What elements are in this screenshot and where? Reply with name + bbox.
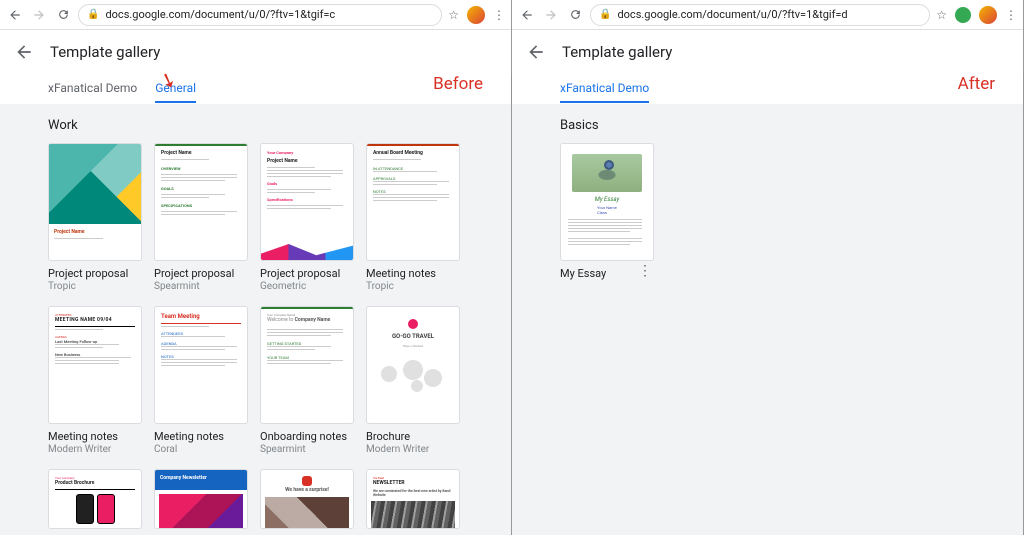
star-icon[interactable]: ☆ <box>448 8 459 22</box>
template-card: ATTENDEES MEETING NAME 09/04 AGENDA Last… <box>48 306 142 455</box>
template-label: Meeting notes <box>154 430 248 443</box>
template-label: Project proposal <box>260 267 354 280</box>
more-icon[interactable]: ⋮ <box>493 8 505 22</box>
template-sub: Tropic <box>366 281 460 292</box>
reload-icon[interactable] <box>54 6 72 24</box>
template-label: Project proposal <box>48 267 142 280</box>
address-bar[interactable]: 🔒 docs.google.com/document/u/0/?ftv=1&tg… <box>78 4 442 26</box>
template-card: Your Company Product Brochure <box>48 469 142 529</box>
profile-avatar[interactable] <box>467 6 485 24</box>
template-thumb[interactable]: Project Name OVERVIEW GOALS SPECIFICATIO… <box>154 143 248 261</box>
content-area[interactable]: Basics My Essay Your NameClass My Essay <box>512 104 1023 535</box>
template-label: Meeting notes <box>48 430 142 443</box>
template-card: Team Meeting ATTENDEES AGENDA NOTES Meet… <box>154 306 248 455</box>
template-sub: Modern Writer <box>366 444 460 455</box>
extension-icon[interactable] <box>955 7 971 23</box>
template-sub: Geometric <box>260 281 354 292</box>
template-card: Project Name Project proposal Tropic <box>48 143 142 292</box>
url-text: docs.google.com/document/u/0/?ftv=1&tgif… <box>105 8 335 21</box>
template-label: Meeting notes <box>366 267 460 280</box>
template-thumb[interactable]: Your Company Project Name Goals Specific… <box>260 143 354 261</box>
forward-icon[interactable] <box>30 6 48 24</box>
template-label: Brochure <box>366 430 460 443</box>
template-label: Onboarding notes <box>260 430 354 443</box>
tab-xfanatical[interactable]: xFanatical Demo <box>560 81 649 103</box>
template-thumb[interactable]: Annual Board Meeting IN ATTENDANCE APPRO… <box>366 143 460 261</box>
lock-icon: 🔒 <box>87 9 99 20</box>
template-card: Your Company Project Name Goals Specific… <box>260 143 354 292</box>
back-icon[interactable] <box>6 6 24 24</box>
template-sub: Modern Writer <box>48 444 142 455</box>
section-title: Work <box>48 118 495 133</box>
template-thumb[interactable]: My Essay Your NameClass <box>560 143 654 261</box>
before-pane: 🔒 docs.google.com/document/u/0/?ftv=1&tg… <box>0 0 512 535</box>
tabs-row: xFanatical Demo After <box>512 74 1023 104</box>
section-title: Basics <box>560 118 1007 133</box>
template-sub: Coral <box>154 444 248 455</box>
template-card: Project Name OVERVIEW GOALS SPECIFICATIO… <box>154 143 248 292</box>
template-thumb[interactable]: the Beat NEWSLETTER We are nominated for… <box>366 469 460 529</box>
template-card: Your Company Name Welcome to Company Nam… <box>260 306 354 455</box>
template-label: My Essay <box>560 267 606 280</box>
template-thumb[interactable]: GO-GO TRAVEL Trips + Product <box>366 306 460 424</box>
more-vert-icon[interactable]: ⋮ <box>636 263 654 279</box>
template-sub: Spearmint <box>154 281 248 292</box>
gallery-back-icon[interactable] <box>12 40 36 64</box>
forward-icon[interactable] <box>542 6 560 24</box>
template-sub: Spearmint <box>260 444 354 455</box>
gallery-header: Template gallery <box>512 30 1023 74</box>
template-card: Company Newsletter <box>154 469 248 529</box>
after-label: After <box>958 74 995 94</box>
tabs-row: xFanatical Demo General ➘ Before <box>0 74 511 104</box>
template-thumb[interactable]: ATTENDEES MEETING NAME 09/04 AGENDA Last… <box>48 306 142 424</box>
template-thumb[interactable]: Your Company Name Welcome to Company Nam… <box>260 306 354 424</box>
star-icon[interactable]: ☆ <box>936 8 947 22</box>
page-title: Template gallery <box>50 43 160 61</box>
lock-icon: 🔒 <box>599 9 611 20</box>
template-grid: My Essay Your NameClass My Essay ⋮ <box>560 143 1007 280</box>
content-area[interactable]: Work Project Name Project proposal Tropi… <box>0 104 511 535</box>
address-bar[interactable]: 🔒 docs.google.com/document/u/0/?ftv=1&tg… <box>590 4 930 26</box>
template-thumb[interactable]: Team Meeting ATTENDEES AGENDA NOTES <box>154 306 248 424</box>
browser-chrome: 🔒 docs.google.com/document/u/0/?ftv=1&tg… <box>0 0 511 30</box>
template-thumb[interactable]: Your Company Product Brochure <box>48 469 142 529</box>
template-card: My Essay Your NameClass My Essay ⋮ <box>560 143 654 280</box>
url-text: docs.google.com/document/u/0/?ftv=1&tgif… <box>617 8 847 21</box>
after-pane: 🔒 docs.google.com/document/u/0/?ftv=1&tg… <box>512 0 1024 535</box>
template-card: GO-GO TRAVEL Trips + Product Brochure Mo… <box>366 306 460 455</box>
page-title: Template gallery <box>562 43 672 61</box>
template-grid: Project Name Project proposal Tropic Pro… <box>48 143 495 529</box>
template-card: Annual Board Meeting IN ATTENDANCE APPRO… <box>366 143 460 292</box>
back-icon[interactable] <box>518 6 536 24</box>
profile-avatar[interactable] <box>979 6 997 24</box>
template-thumb[interactable]: We have a surprise! <box>260 469 354 529</box>
template-thumb[interactable]: Project Name <box>48 143 142 261</box>
template-thumb[interactable]: Company Newsletter <box>154 469 248 529</box>
template-sub: Tropic <box>48 281 142 292</box>
browser-chrome: 🔒 docs.google.com/document/u/0/?ftv=1&tg… <box>512 0 1023 30</box>
gallery-back-icon[interactable] <box>524 40 548 64</box>
gallery-header: Template gallery <box>0 30 511 74</box>
tab-xfanatical[interactable]: xFanatical Demo <box>48 81 137 103</box>
before-label: Before <box>433 74 483 94</box>
reload-icon[interactable] <box>566 6 584 24</box>
template-card: the Beat NEWSLETTER We are nominated for… <box>366 469 460 529</box>
template-card: We have a surprise! <box>260 469 354 529</box>
template-label: Project proposal <box>154 267 248 280</box>
more-icon[interactable]: ⋮ <box>1005 8 1017 22</box>
